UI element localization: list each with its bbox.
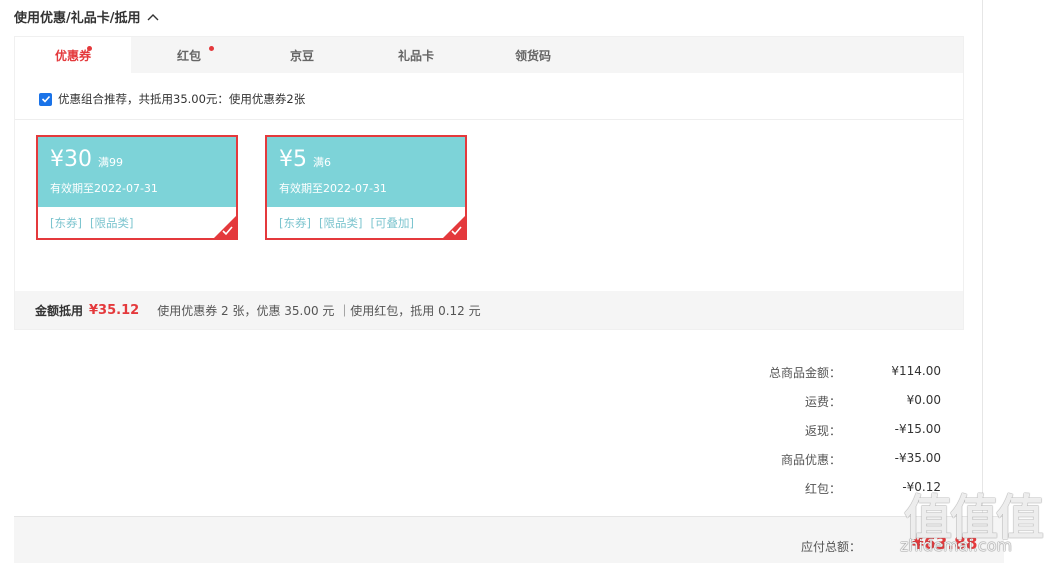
coupon-tags: [东券] [限品类] <box>50 215 141 231</box>
tab-label: 礼品卡 <box>397 48 434 63</box>
coupon-condition: 满99 <box>98 156 123 169</box>
coupon-tag: [东券] <box>50 216 82 230</box>
section-title: 使用优惠/礼品卡/抵用 <box>14 10 141 26</box>
tab-coupons[interactable]: 优惠券 <box>15 37 131 73</box>
total-value: -¥35.00 <box>894 451 941 465</box>
coupon-expiry: 有效期至2022-07-31 <box>279 182 387 195</box>
discount-tabs: 优惠券 红包 京豆 礼品卡 领货码 <box>15 37 963 73</box>
total-row: 总商品金额： ¥114.00 <box>701 364 941 393</box>
summary-value: ¥35.12 <box>89 302 140 318</box>
tab-gift-card[interactable]: 礼品卡 <box>357 37 475 73</box>
summary-label: 金额抵用 <box>35 303 84 318</box>
tab-red-envelope[interactable]: 红包 <box>131 37 247 73</box>
total-label: 红包： <box>804 482 841 496</box>
coupon-tag: [限品类] <box>89 216 134 230</box>
combo-text: 优惠组合推荐，共抵用35.00元：使用优惠券2张 <box>58 92 306 106</box>
payable-label: 应付总额： <box>801 540 862 554</box>
coupon-amount: ¥5 <box>279 147 307 172</box>
payable-amount: ¥63.88 <box>912 534 978 554</box>
section-header[interactable]: 使用优惠/礼品卡/抵用 <box>14 6 159 26</box>
order-totals: 总商品金额： ¥114.00 运费： ¥0.00 返现： -¥15.00 商品优… <box>701 364 941 509</box>
coupon-tag: [可叠加] <box>370 216 414 230</box>
summary-detail: 使用优惠券 2 张，优惠 35.00 元 ｜使用红包，抵用 0.12 元 <box>157 303 481 318</box>
total-row: 运费： ¥0.00 <box>701 393 941 422</box>
coupon-header: ¥5 满6 有效期至2022-07-31 <box>267 137 465 207</box>
coupon-tag: [限品类] <box>318 216 363 230</box>
payable-bar: 应付总额： ¥63.88 <box>14 516 1004 563</box>
coupon-header: ¥30 满99 有效期至2022-07-31 <box>38 137 236 207</box>
tab-label: 红包 <box>176 48 201 63</box>
selected-check-icon <box>443 216 465 238</box>
combo-recommend[interactable]: 优惠组合推荐，共抵用35.00元：使用优惠券2张 <box>39 91 305 107</box>
coupon-tags: [东券] [限品类] [可叠加] <box>279 215 422 231</box>
tab-redeem-code[interactable]: 领货码 <box>475 37 591 73</box>
tab-jingdou[interactable]: 京豆 <box>247 37 357 73</box>
total-row: 红包： -¥0.12 <box>701 480 941 509</box>
total-value: ¥0.00 <box>906 393 941 407</box>
discount-panel: 优惠券 红包 京豆 礼品卡 领货码 优惠组合推荐，共抵用35.00元：使用优惠券… <box>14 36 964 330</box>
chevron-up-icon[interactable] <box>147 12 159 24</box>
total-value: -¥15.00 <box>894 422 941 436</box>
total-label: 商品优惠： <box>780 453 841 467</box>
coupon-amount-line: ¥5 满6 <box>279 147 331 176</box>
coupon-expiry: 有效期至2022-07-31 <box>50 182 158 195</box>
tab-label: 优惠券 <box>54 48 91 63</box>
notification-dot-icon <box>87 46 92 51</box>
tab-label: 领货码 <box>514 48 551 63</box>
coupon-tag: [东券] <box>279 216 311 230</box>
total-row: 返现： -¥15.00 <box>701 422 941 451</box>
notification-dot-icon <box>209 46 214 51</box>
total-value: -¥0.12 <box>902 480 941 494</box>
coupon-card[interactable]: ¥5 满6 有效期至2022-07-31 [东券] [限品类] [可叠加] <box>265 135 467 240</box>
total-row: 商品优惠： -¥35.00 <box>701 451 941 480</box>
discount-summary: 金额抵用 ¥35.12 使用优惠券 2 张，优惠 35.00 元 ｜使用红包，抵… <box>15 291 963 329</box>
coupon-amount: ¥30 <box>50 147 92 172</box>
coupon-amount-line: ¥30 满99 <box>50 147 123 176</box>
coupon-condition: 满6 <box>313 156 331 169</box>
divider <box>15 119 963 120</box>
total-label: 运费： <box>804 395 841 409</box>
tab-label: 京豆 <box>289 48 314 63</box>
total-label: 返现： <box>804 424 841 438</box>
right-divider <box>982 0 983 562</box>
total-value: ¥114.00 <box>891 364 941 378</box>
checkbox-checked-icon[interactable] <box>39 92 52 106</box>
selected-check-icon <box>214 216 236 238</box>
total-label: 总商品金额： <box>768 366 841 380</box>
coupon-card[interactable]: ¥30 满99 有效期至2022-07-31 [东券] [限品类] <box>36 135 238 240</box>
